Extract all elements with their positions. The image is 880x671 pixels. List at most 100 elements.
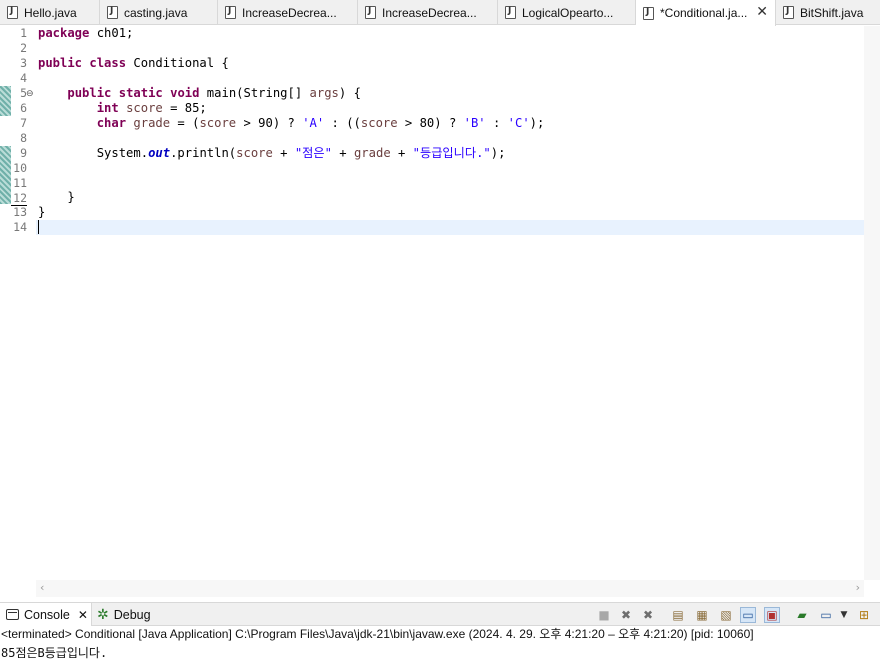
line-number: 4 [20, 71, 27, 85]
tab-label: LogicalOpearto... [522, 5, 614, 20]
keyword: package [38, 26, 90, 40]
tab-label: casting.java [124, 5, 188, 20]
code-line-6: int score = 85; [38, 101, 207, 116]
code-line-12: } [38, 190, 74, 205]
keyword: class [89, 56, 127, 70]
tab-label: Console [24, 607, 70, 622]
code-text: Conditional { [126, 56, 229, 70]
clear-console-icon[interactable]: ▤ [670, 607, 686, 623]
string-literal: "점은" [294, 146, 332, 160]
remove-launch-icon[interactable]: ✖ [618, 607, 634, 623]
variable: score [199, 116, 237, 130]
string-literal: 'C' [507, 116, 530, 130]
console-process-status: <terminated> Conditional [Java Applicati… [0, 626, 880, 643]
code-line-3: public class Conditional { [38, 56, 229, 71]
code-text: .println( [170, 146, 237, 160]
line-number: 14 [13, 220, 27, 234]
line-number: 7 [20, 116, 27, 130]
quick-diff-marker [0, 86, 11, 116]
line-number: 8 [20, 131, 27, 145]
code-line-13: } [38, 205, 45, 220]
close-icon[interactable]: ✕ [78, 608, 88, 622]
remove-all-icon[interactable]: ✖ [640, 607, 656, 623]
line-number: 10 [13, 161, 27, 175]
fold-collapse-icon[interactable]: ⊖ [26, 89, 34, 99]
code-line-1: package ch01; [38, 26, 133, 41]
open-console-icon[interactable]: ▭ [818, 607, 834, 623]
keyword: char [96, 116, 127, 130]
console-output[interactable]: 85점은B등급입니다. [0, 644, 880, 662]
code-text: + [272, 146, 295, 160]
tab-debug[interactable]: ✲ Debug [97, 603, 167, 626]
line-number: 6 [20, 101, 27, 115]
code-line-7: char grade = (score > 90) ? 'A' : ((scor… [38, 116, 545, 131]
tab-label: *Conditional.ja... [660, 6, 748, 20]
code-text: ); [529, 116, 545, 130]
string-literal: 'A' [302, 116, 325, 130]
string-literal: "등급입니다." [412, 146, 491, 160]
text-caret [38, 220, 39, 234]
variable: score [360, 116, 398, 130]
keyword: public [38, 56, 83, 70]
java-file-icon [7, 6, 18, 19]
variable: args [309, 86, 339, 100]
editor-tab-bar: Hello.java casting.java IncreaseDecrea..… [0, 0, 880, 26]
chevron-down-icon[interactable]: ▼ [836, 607, 852, 623]
java-file-icon [643, 6, 654, 20]
string-literal: 'B' [463, 116, 486, 130]
tab-logicaloperator[interactable]: LogicalOpearto... [498, 0, 636, 25]
keyword: void [170, 86, 200, 100]
variable: grade [133, 116, 171, 130]
java-file-icon [107, 6, 118, 19]
stop-icon[interactable]: ■ [596, 607, 612, 623]
tab-hello-java[interactable]: Hello.java [0, 0, 100, 25]
code-text: : (( [324, 116, 361, 130]
keyword: public [67, 86, 112, 100]
close-icon[interactable]: ✕ [756, 5, 768, 19]
variable: grade [353, 146, 391, 160]
tab-console[interactable]: Console ✕ [0, 603, 92, 626]
code-text: + [390, 146, 413, 160]
scroll-right-icon[interactable]: › [856, 581, 860, 594]
display-selected-console-icon[interactable]: ▰ [794, 607, 810, 623]
code-line-5: public static void main(String[] args) { [38, 86, 361, 101]
code-text: ) { [338, 86, 361, 100]
quick-diff-marker [0, 146, 11, 204]
line-number: 5 [20, 86, 27, 100]
java-file-icon [225, 6, 236, 19]
scroll-lock-icon[interactable]: ▦ [694, 607, 710, 623]
code-text: > 80) ? [397, 116, 464, 130]
line-number: 13 [13, 205, 27, 219]
vertical-scrollbar[interactable] [864, 26, 880, 580]
code-text: > 90) ? [236, 116, 303, 130]
line-number: 3 [20, 56, 27, 70]
line-number: 1 [20, 26, 27, 40]
scroll-left-icon[interactable]: ‹ [40, 581, 44, 594]
tab-bitshift-java[interactable]: BitShift.java [776, 0, 880, 25]
tab-conditional-java[interactable]: *Conditional.ja... ✕ [636, 0, 776, 26]
show-console-icon[interactable]: ▣ [764, 607, 780, 623]
tab-label: IncreaseDecrea... [382, 5, 477, 20]
java-file-icon [505, 6, 516, 19]
code-text: ); [490, 146, 506, 160]
tab-increasedecrease-1[interactable]: IncreaseDecrea... [218, 0, 358, 25]
tab-casting-java[interactable]: casting.java [100, 0, 218, 25]
keyword: static [118, 86, 163, 100]
console-view-toolbar: Console ✕ ✲ Debug ■ ✖ ✖ ▤ ▦ ▧ ▭ ▣ ▰ ▭ ▼ … [0, 602, 880, 626]
java-file-icon [365, 6, 376, 19]
variable: score [236, 146, 273, 160]
line-number: 9 [20, 146, 27, 160]
pin-console-icon[interactable]: ▭ [740, 607, 756, 623]
code-editor[interactable]: 1 2 3 4 5 6 7 8 9 10 11 12 13 14 ⊖ packa… [0, 26, 880, 598]
code-text-area[interactable]: package ch01; public class Conditional {… [38, 26, 864, 580]
word-wrap-icon[interactable]: ▧ [718, 607, 734, 623]
tab-label: Hello.java [24, 5, 77, 20]
keyword: int [96, 101, 119, 115]
horizontal-scrollbar[interactable]: ‹ › [36, 580, 864, 597]
new-console-icon[interactable]: ⊞ [856, 607, 872, 623]
code-text: ch01; [89, 26, 134, 40]
code-line-9: System.out.println(score + "점은" + grade … [38, 146, 506, 161]
code-text: main(String[] [199, 86, 310, 100]
tab-label: Debug [113, 607, 151, 622]
tab-increasedecrease-2[interactable]: IncreaseDecrea... [358, 0, 498, 25]
